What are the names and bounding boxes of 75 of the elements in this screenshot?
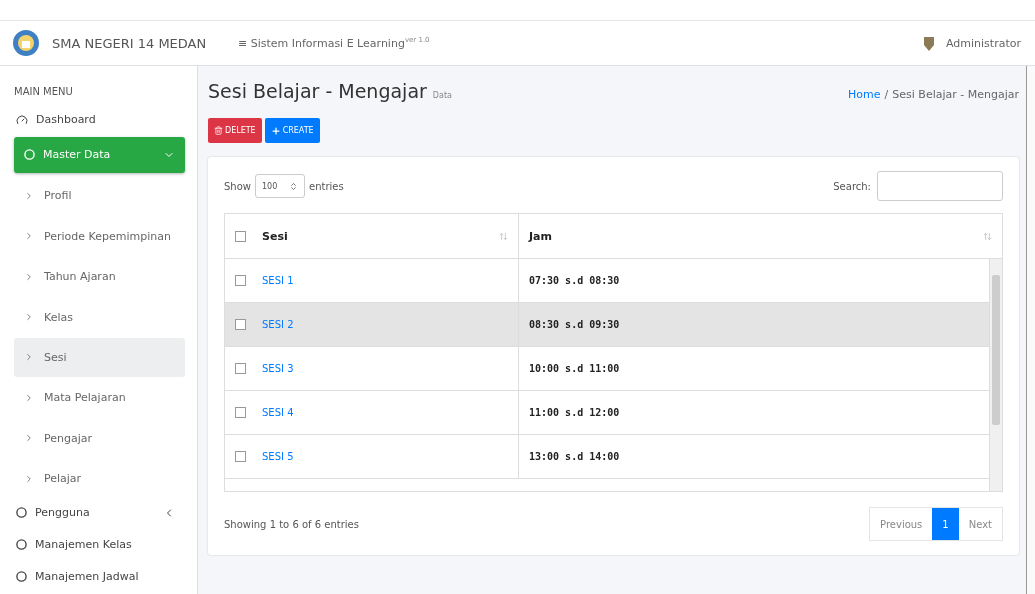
dashboard-icon <box>16 114 28 126</box>
entries-label: entries <box>309 180 344 192</box>
row-checkbox[interactable] <box>235 319 246 330</box>
chevron-right-icon <box>24 231 34 242</box>
time-cell: 11:00 s.d 12:00 <box>529 407 620 418</box>
user-emblem-icon <box>922 34 936 52</box>
sort-icon <box>499 231 508 241</box>
chevron-right-icon <box>24 312 34 323</box>
time-cell: 10:00 s.d 11:00 <box>529 363 620 374</box>
submenu-item[interactable]: Sesi <box>14 338 185 377</box>
circle-icon <box>24 149 35 161</box>
submenu-item[interactable]: Mata Pelajaran <box>14 378 185 418</box>
user-name[interactable]: Administrator <box>946 36 1021 50</box>
scrollbar[interactable] <box>989 259 1002 491</box>
sort-icon <box>983 231 992 241</box>
page-size-select[interactable]: 100 <box>255 174 305 198</box>
nav-item[interactable]: Master Data <box>14 137 185 173</box>
row-checkbox[interactable] <box>235 275 246 286</box>
delete-button[interactable]: DELETE <box>208 118 262 143</box>
table-row[interactable]: SESI 4 11:00 s.d 12:00 <box>225 391 989 435</box>
pagination-button[interactable]: 1 <box>932 508 959 540</box>
search-label: Search: <box>833 180 871 192</box>
app-title[interactable]: ≡ Sistem Informasi E Learning$^{ver 1.0}$ <box>238 36 430 50</box>
time-cell: 13:00 s.d 14:00 <box>529 451 620 462</box>
sesi-link[interactable]: SESI 5 <box>262 451 294 462</box>
breadcrumb-current: Sesi Belajar - Mengajar <box>892 88 1019 101</box>
chevron-right-icon <box>24 352 34 363</box>
chevron-right-icon <box>24 473 34 484</box>
time-cell: 08:30 s.d 09:30 <box>529 319 620 330</box>
nav-item[interactable]: Dashboard <box>14 105 185 135</box>
entries-info: Showing 1 to 6 of 6 entries <box>224 518 359 530</box>
school-name: SMA NEGERI 14 MEDAN <box>52 35 208 51</box>
submenu-item[interactable]: Profil <box>14 176 185 215</box>
sesi-link[interactable]: SESI 3 <box>262 363 294 374</box>
column-header[interactable]: Jam <box>519 214 1002 258</box>
time-cell: 07:30 s.d 08:30 <box>529 275 620 286</box>
page-scrollbar[interactable] <box>1026 66 1035 594</box>
nav-item[interactable]: Manajemen Kelas <box>14 529 185 560</box>
circle-icon <box>16 571 27 583</box>
submenu-item[interactable]: Pengajar <box>14 419 185 458</box>
trash-icon <box>214 126 223 135</box>
updown-icon <box>289 181 298 191</box>
submenu-item[interactable]: Periode Kepemimpinan <box>14 217 185 256</box>
row-checkbox[interactable] <box>235 363 246 374</box>
nav-item[interactable]: Pengguna <box>14 497 185 528</box>
select-all-checkbox[interactable] <box>235 230 246 242</box>
row-checkbox[interactable] <box>235 451 246 462</box>
chevron-right-icon <box>24 392 34 403</box>
row-checkbox[interactable] <box>235 407 246 418</box>
submenu-item[interactable]: Pelajar <box>14 459 185 498</box>
chevron-right-icon <box>24 433 34 444</box>
menu-heading: MAIN MENU <box>14 86 74 97</box>
create-button[interactable]: CREATE <box>264 118 320 143</box>
table-row[interactable]: SESI 1 07:30 s.d 08:30 <box>225 259 989 303</box>
chevron-right-icon <box>24 190 34 201</box>
page-title: Sesi Belajar - Mengajar Data <box>208 80 452 102</box>
plus-icon <box>270 125 281 136</box>
chevron-right-icon <box>24 271 34 282</box>
sesi-link[interactable]: SESI 1 <box>262 275 294 286</box>
breadcrumb-separator: / <box>884 88 889 101</box>
sesi-link[interactable]: SESI 2 <box>262 319 294 330</box>
submenu-item[interactable]: Tahun Ajaran <box>14 257 185 296</box>
circle-icon <box>16 539 27 551</box>
submenu-item[interactable]: Kelas <box>14 297 185 337</box>
table-row[interactable]: SESI 5 13:00 s.d 14:00 <box>225 435 989 479</box>
table-row[interactable]: SESI 3 10:00 s.d 11:00 <box>225 347 989 391</box>
circle-icon <box>16 507 27 519</box>
school-logo <box>12 29 40 57</box>
nav-item[interactable]: Manajemen Jadwal <box>14 561 185 592</box>
sesi-link[interactable]: SESI 4 <box>262 407 294 418</box>
column-header[interactable]: Sesi <box>225 214 519 258</box>
search-field[interactable] <box>877 171 1003 201</box>
table-row[interactable]: SESI 2 08:30 s.d 09:30 <box>225 303 989 347</box>
show-label: Show <box>224 180 251 192</box>
breadcrumb-link[interactable]: Home <box>848 88 881 101</box>
